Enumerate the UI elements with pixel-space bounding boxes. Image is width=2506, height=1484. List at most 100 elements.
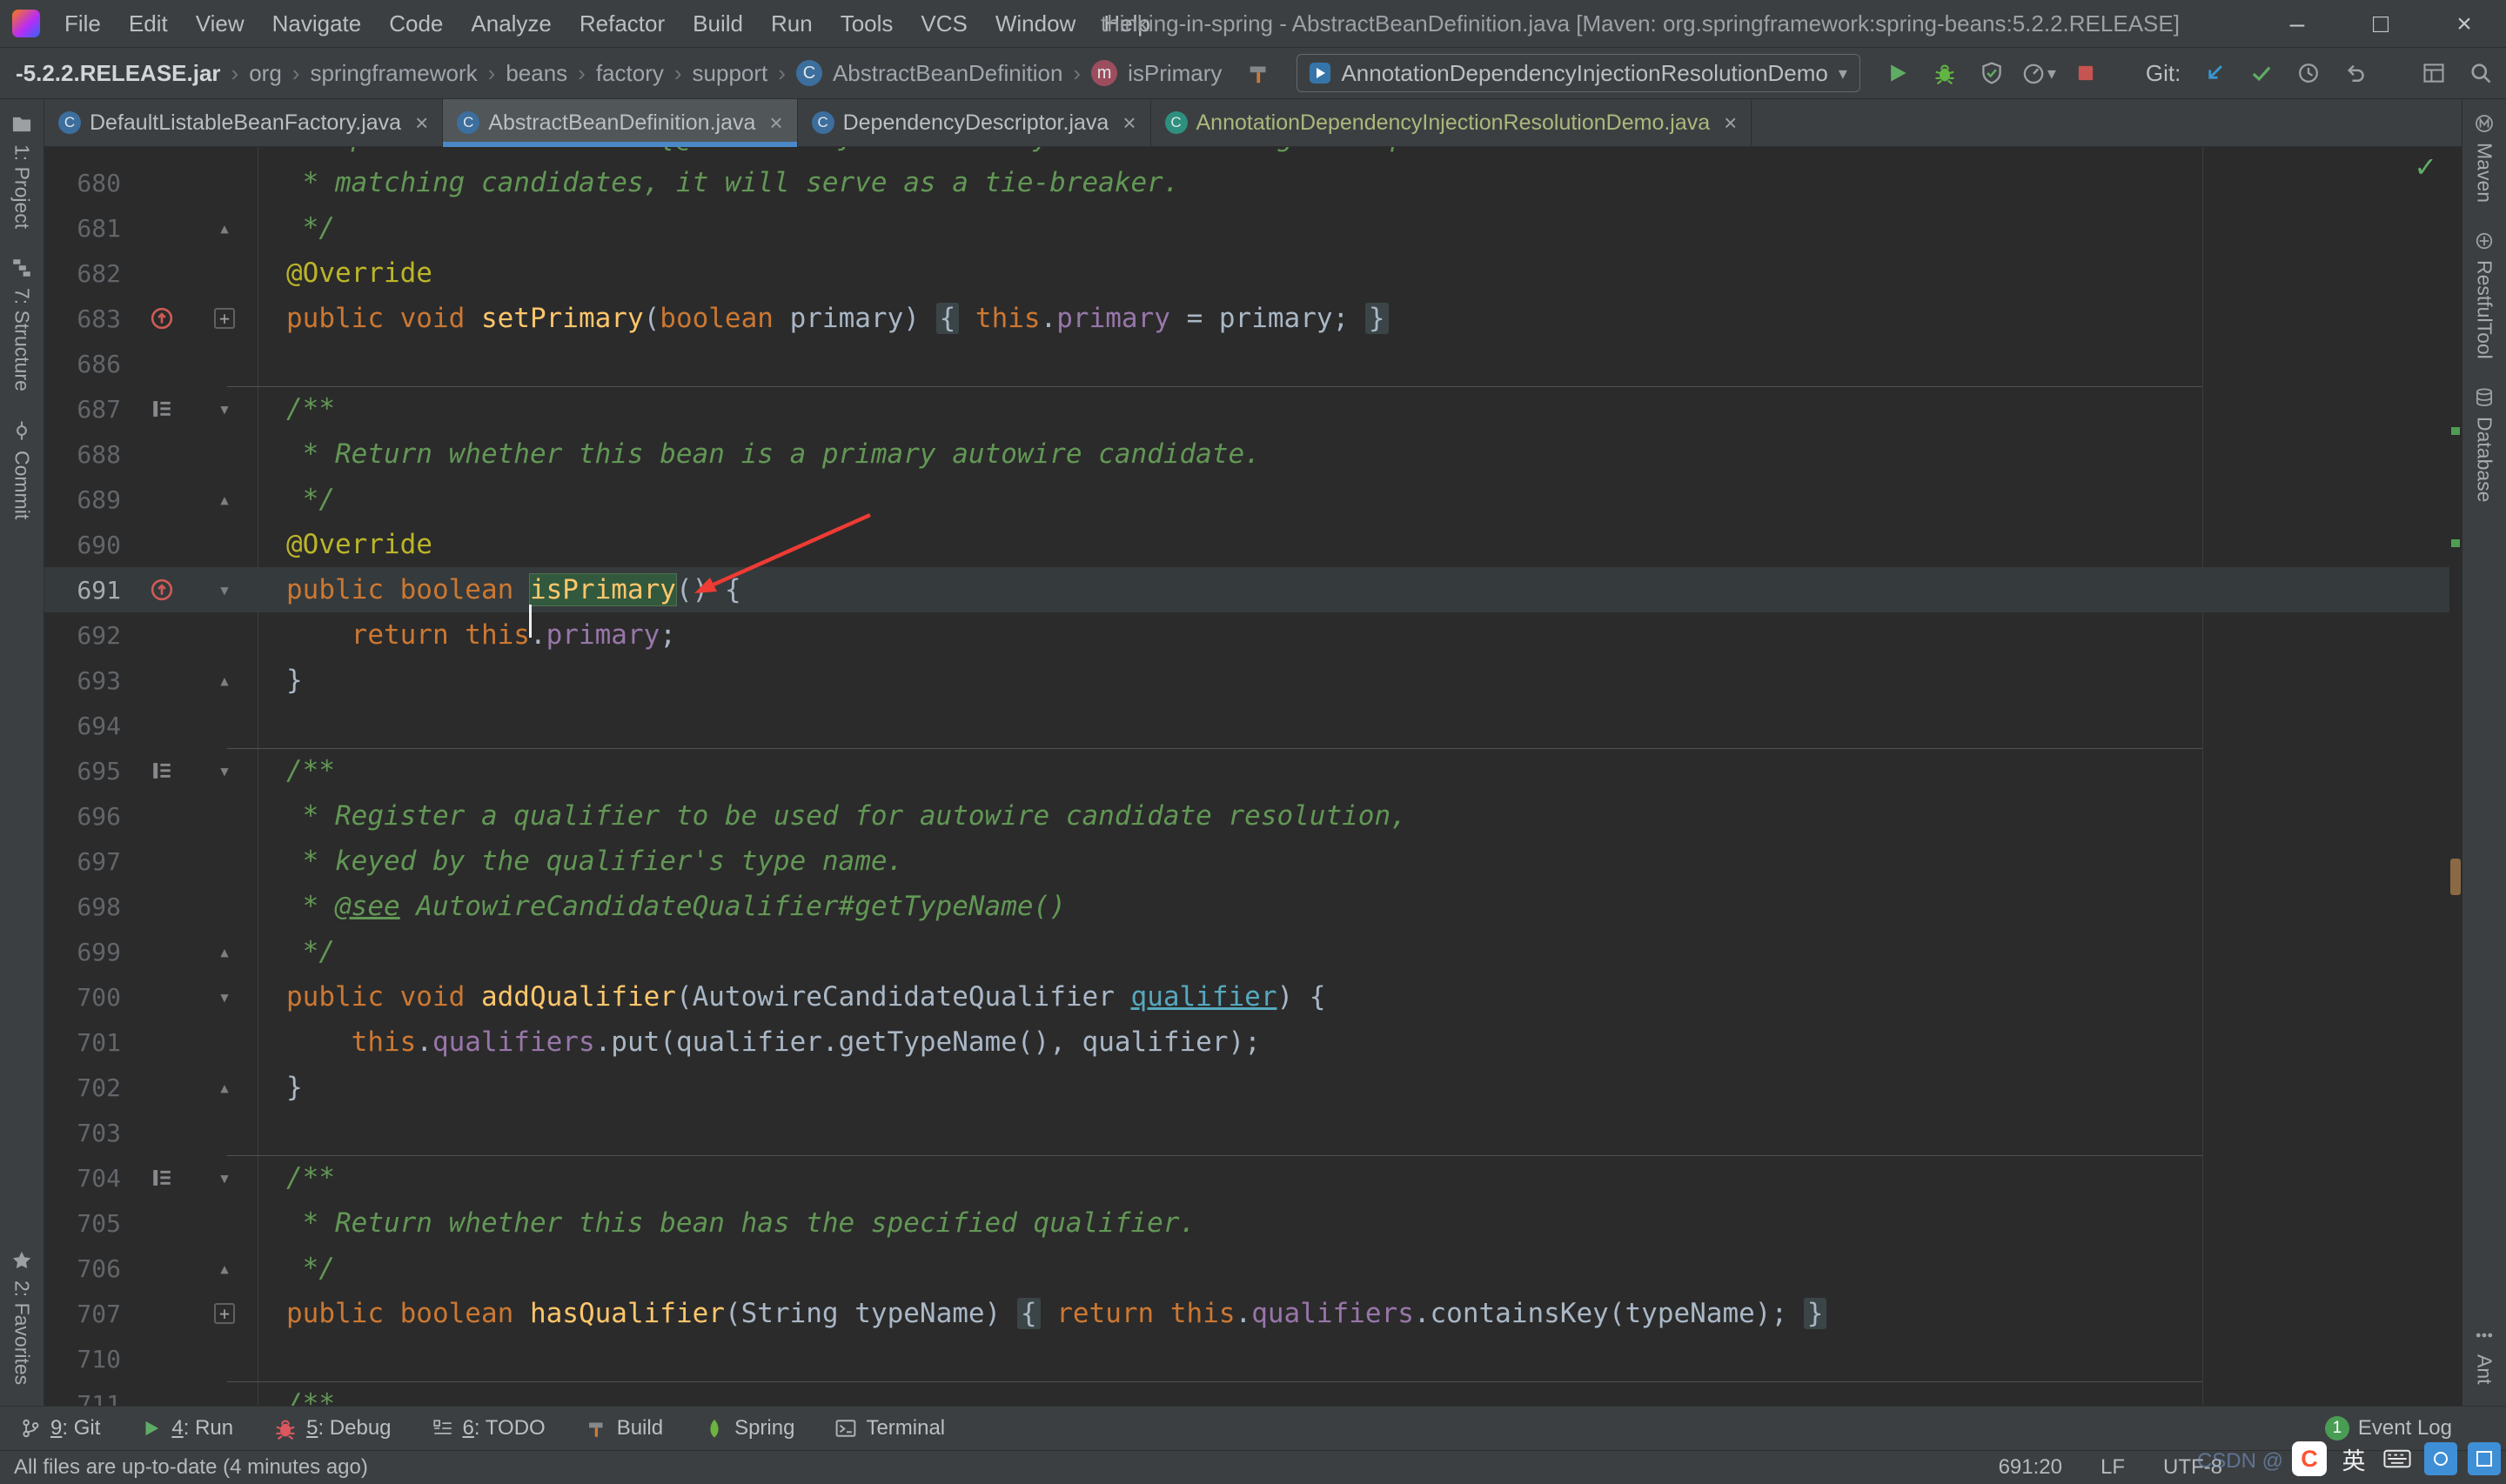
fold-marker-up[interactable]: ▴	[203, 487, 246, 511]
code-line-687[interactable]: 687 ▾ /**	[44, 386, 2449, 431]
line-number[interactable]: 695	[44, 757, 121, 785]
status-message[interactable]: All files are up-to-date (4 minutes ago)	[14, 1455, 368, 1480]
code-text[interactable]: return this.primary;	[258, 612, 676, 658]
code-text[interactable]: public void addQualifier(AutowireCandida…	[258, 974, 1326, 1019]
code-text[interactable]: @Override	[258, 251, 432, 296]
fold-marker-down[interactable]: ▾	[203, 759, 246, 783]
fold-marker-up[interactable]: ▴	[203, 1075, 246, 1100]
line-number[interactable]: 692	[44, 621, 121, 650]
menu-build[interactable]: Build	[679, 0, 757, 47]
menu-file[interactable]: File	[50, 0, 115, 47]
code-line-703[interactable]: 703	[44, 1110, 2449, 1155]
menu-analyze[interactable]: Analyze	[457, 0, 566, 47]
run-config-select[interactable]: AnnotationDependencyInjectionResolutionD…	[1297, 54, 1860, 92]
rollback-button[interactable]	[2332, 54, 2379, 92]
code-text[interactable]: /**	[258, 1155, 335, 1200]
stripe-database[interactable]: Database	[2473, 373, 2496, 516]
toolwindow-terminal[interactable]: Terminal	[834, 1416, 945, 1441]
code-line-702[interactable]: 702 ▴}	[44, 1065, 2449, 1110]
menu-vcs[interactable]: VCS	[907, 0, 981, 47]
code-line-683[interactable]: 683 + public void setPrimary(boolean prima…	[44, 296, 2449, 341]
code-text[interactable]: /**	[258, 1381, 335, 1406]
tab-defaultlistablebeanfactory-java[interactable]: C DefaultListableBeanFactory.java ×	[44, 99, 444, 146]
render-doc-icon[interactable]	[151, 398, 173, 420]
code-text[interactable]: public boolean isPrimary() {	[258, 567, 741, 638]
maximize-icon[interactable]: □	[2339, 0, 2422, 48]
fold-marker-up[interactable]: ▴	[203, 668, 246, 692]
code-line-698[interactable]: 698 * @see AutowireCandidateQualifier#ge…	[44, 884, 2449, 929]
code-text[interactable]: @Override	[258, 522, 432, 567]
menu-view[interactable]: View	[182, 0, 258, 47]
line-number[interactable]: 686	[44, 350, 121, 378]
line-number[interactable]: 690	[44, 531, 121, 559]
breadcrumb-item-factory[interactable]: factory	[596, 60, 664, 87]
line-number[interactable]: 693	[44, 666, 121, 695]
editor[interactable]: 679 * <p>If this value is {@code true} f…	[44, 147, 2462, 1406]
overriding-method-icon[interactable]	[150, 578, 174, 602]
stripe-7-structure[interactable]: 7: Structure	[10, 243, 34, 405]
line-number[interactable]: 688	[44, 440, 121, 469]
code-text[interactable]: */	[258, 929, 335, 974]
fold-marker-up[interactable]: ▴	[203, 1256, 246, 1280]
minimize-icon[interactable]: –	[2255, 0, 2339, 48]
line-number[interactable]: 698	[44, 892, 121, 921]
code-text[interactable]	[258, 703, 286, 748]
code-line-701[interactable]: 701 this.qualifiers.put(qualifier.getTyp…	[44, 1019, 2449, 1065]
code-text[interactable]: /**	[258, 748, 335, 793]
code-text[interactable]: /**	[258, 386, 335, 431]
toolwindow-spring[interactable]: Spring	[703, 1416, 794, 1441]
render-doc-icon[interactable]	[151, 1166, 173, 1189]
line-number[interactable]: 707	[44, 1300, 121, 1328]
code-text[interactable]: * matching candidates, it will serve as …	[258, 160, 1180, 205]
stripe-1-project[interactable]: 1: Project	[10, 99, 34, 243]
code-text[interactable]: * Register a qualifier to be used for au…	[258, 793, 1407, 839]
code-line-682[interactable]: 682 @Override	[44, 251, 2449, 296]
code-line-691[interactable]: 691 ▾ public boolean isPrimary() {	[44, 567, 2449, 638]
line-number[interactable]: 704	[44, 1164, 121, 1193]
code-line-688[interactable]: 688 * Return whether this bean is a prim…	[44, 431, 2449, 477]
close-tab-icon[interactable]: ×	[1724, 110, 1737, 137]
menu-refactor[interactable]: Refactor	[566, 0, 679, 47]
code-text[interactable]: * @see AutowireCandidateQualifier#getTyp…	[258, 884, 1066, 929]
close-tab-icon[interactable]: ×	[415, 110, 428, 137]
commit-button[interactable]	[2238, 54, 2285, 92]
menu-code[interactable]: Code	[375, 0, 457, 47]
line-number[interactable]: 687	[44, 395, 121, 424]
code-line-704[interactable]: 704 ▾ /**	[44, 1155, 2449, 1200]
expand-fold-icon[interactable]: +	[214, 308, 235, 329]
tab-annotationdependencyinjectionresolutiondemo-java[interactable]: C AnnotationDependencyInjectionResolution…	[1151, 99, 1752, 146]
code-line-679[interactable]: 679 * <p>If this value is {@code true} f…	[44, 147, 2449, 160]
inspection-status-icon[interactable]: ✓	[2414, 150, 2437, 184]
menu-navigate[interactable]: Navigate	[258, 0, 376, 47]
code-line-711[interactable]: 711 /**	[44, 1381, 2449, 1406]
menu-window[interactable]: Window	[982, 0, 1089, 47]
code-text[interactable]	[258, 1336, 286, 1381]
line-number[interactable]: 689	[44, 485, 121, 514]
scrollbar-thumb[interactable]	[2450, 859, 2461, 895]
line-number[interactable]: 700	[44, 983, 121, 1012]
line-number[interactable]: 706	[44, 1254, 121, 1283]
breadcrumb-item-support[interactable]: support	[693, 60, 768, 87]
line-number[interactable]: 705	[44, 1209, 121, 1238]
code-text[interactable]: * <p>If this value is {@code true} for e…	[258, 147, 1439, 160]
code-line-705[interactable]: 705 * Return whether this bean has the s…	[44, 1200, 2449, 1246]
line-separator[interactable]: LF	[2101, 1455, 2125, 1480]
build-button[interactable]	[1236, 54, 1283, 92]
vcs-change-mark[interactable]	[2451, 427, 2460, 435]
stripe-commit[interactable]: Commit	[10, 405, 34, 533]
stop-button[interactable]	[2062, 54, 2109, 92]
fold-marker-up[interactable]: ▴	[203, 939, 246, 964]
code-line-696[interactable]: 696 * Register a qualifier to be used fo…	[44, 793, 2449, 839]
caret-position[interactable]: 691:20	[1999, 1455, 2062, 1480]
code-line-680[interactable]: 680 * matching candidates, it will serve…	[44, 160, 2449, 205]
debug-button[interactable]	[1921, 54, 1968, 92]
code-line-681[interactable]: 681 ▴ */	[44, 205, 2449, 251]
code-line-707[interactable]: 707 + public boolean hasQualifier(String t…	[44, 1291, 2449, 1336]
stripe-ant[interactable]: Ant	[2473, 1311, 2496, 1399]
show-history-button[interactable]	[2285, 54, 2332, 92]
toolwindow-todo[interactable]: 6: TODO	[432, 1416, 546, 1441]
menu-run[interactable]: Run	[757, 0, 827, 47]
fold-marker-down[interactable]: ▾	[203, 1166, 246, 1190]
tab-dependencydescriptor-java[interactable]: C DependencyDescriptor.java ×	[798, 99, 1151, 146]
stripe-restfultool[interactable]: RestfulTool	[2473, 217, 2496, 373]
